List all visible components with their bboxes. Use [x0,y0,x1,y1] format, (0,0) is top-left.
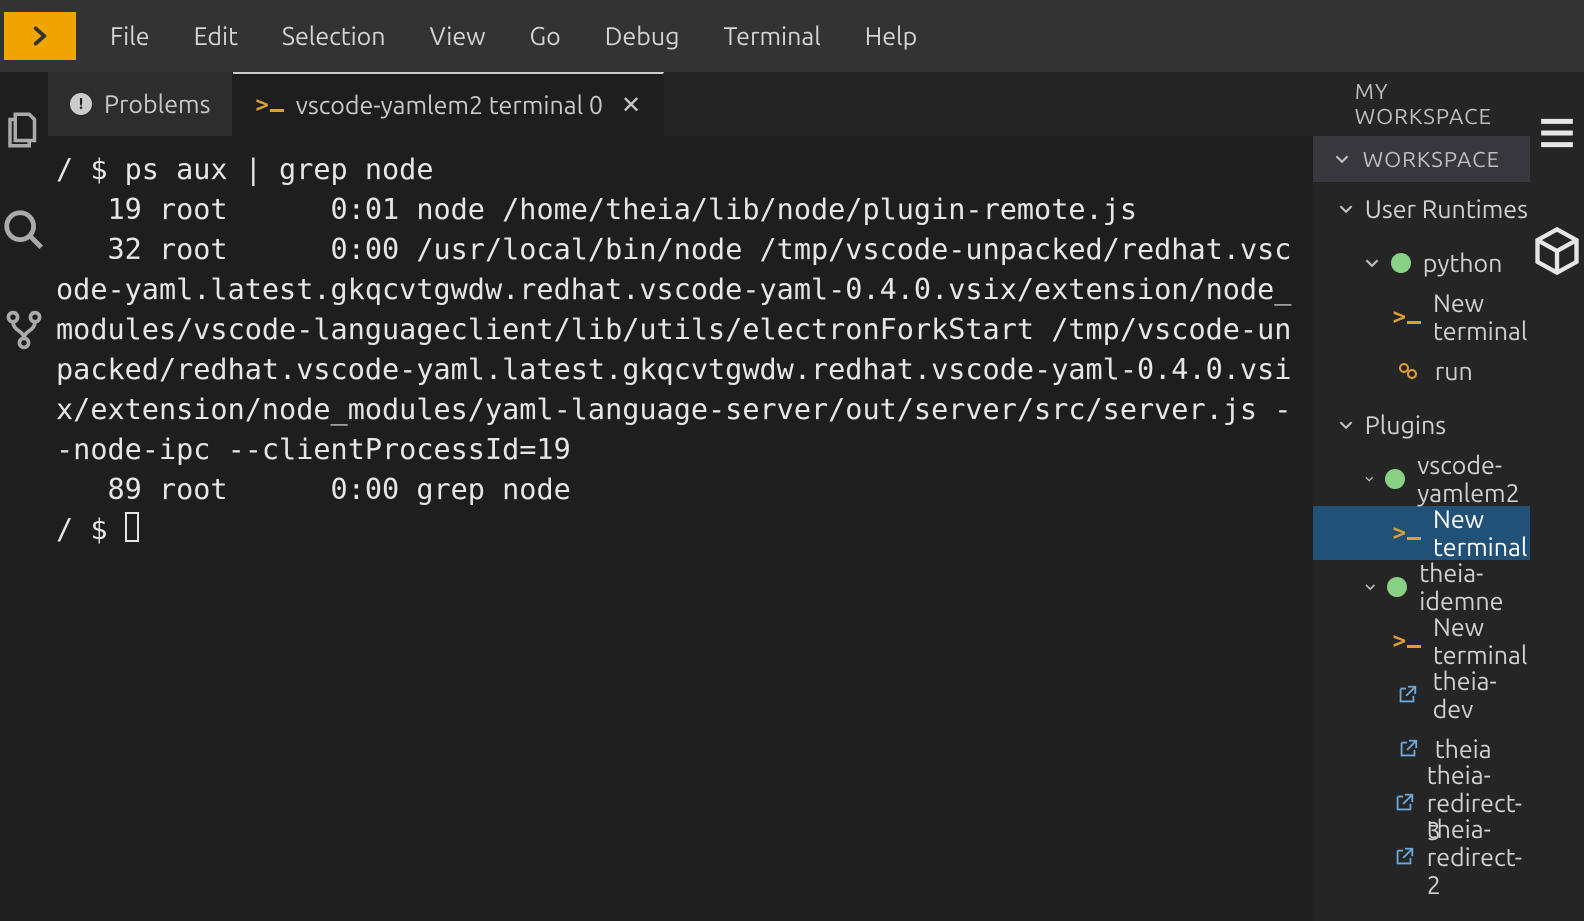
menubar: File Edit Selection View Go Debug Termin… [0,0,1584,72]
terminal-icon: > [1393,629,1421,654]
close-icon[interactable]: ✕ [621,91,641,119]
tree-label: New terminal [1433,505,1530,561]
terminal-icon: > [1393,305,1421,330]
tab-bar: ! Problems > vscode-yamlem2 terminal 0 ✕ [48,72,1313,136]
external-link-icon [1396,684,1418,706]
tree-label: New terminal [1433,613,1530,669]
activity-git[interactable] [0,306,48,354]
menu-help[interactable]: Help [843,0,939,72]
tree-label: theia-idemne [1419,559,1530,615]
gears-icon [1396,359,1420,383]
tree-label: python [1423,249,1503,277]
tree-label: theia [1435,735,1492,763]
external-link-icon [1393,792,1415,814]
tree-plugins[interactable]: Plugins [1313,398,1530,452]
chevron-down-icon [1339,418,1353,432]
tree-runtime-python[interactable]: python [1313,236,1530,290]
right-activity-bar [1530,72,1584,921]
tree-python-run[interactable]: run [1313,344,1530,398]
tree-theia-ide-new-terminal[interactable]: > New terminal [1313,614,1530,668]
tree-link-theia-redirect-2[interactable]: theia-redirect-2 [1313,830,1530,884]
chevron-down-icon [1335,152,1349,166]
workspace-tree: User Runtimes python > New terminal [1313,182,1530,921]
activity-search[interactable] [0,206,48,254]
section-label: WORKSPACE [1363,147,1500,172]
tab-terminal-active[interactable]: > vscode-yamlem2 terminal 0 ✕ [233,72,664,136]
menu-selection[interactable]: Selection [260,0,408,72]
warning-icon: ! [70,93,92,115]
chevron-down-icon [1365,472,1373,486]
tab-label: Problems [104,90,210,118]
tree-user-runtimes[interactable]: User Runtimes [1313,182,1530,236]
menu-terminal[interactable]: Terminal [701,0,842,72]
search-icon [1,207,47,253]
chevron-right-icon [27,23,53,49]
tree-label: run [1435,357,1473,385]
tree-label: User Runtimes [1365,195,1528,223]
right-activity-cube[interactable] [1530,228,1584,274]
panel-title: MY WORKSPACE [1313,72,1530,136]
terminal-view[interactable]: / $ ps aux | grep node 19 root 0:01 node… [48,136,1313,921]
menu-file[interactable]: File [88,0,172,72]
chevron-down-icon [1365,580,1375,594]
status-dot-icon [1391,253,1411,273]
menu-edit[interactable]: Edit [172,0,260,72]
status-dot-icon [1385,469,1405,489]
tree-plugin-vscode-yaml[interactable]: vscode-yamlem2 [1313,452,1530,506]
status-dot-icon [1387,577,1407,597]
tree-python-new-terminal[interactable]: > New terminal [1313,290,1530,344]
tree-label: Plugins [1365,411,1446,439]
tree-link-theia-dev[interactable]: theia-dev [1313,668,1530,722]
terminal-icon: > [255,93,283,118]
list-icon [1532,113,1582,153]
terminal-cursor [125,512,139,542]
brand-logo [4,12,76,60]
files-icon [3,109,45,151]
git-branch-icon [2,308,46,352]
menu-debug[interactable]: Debug [583,0,702,72]
terminal-output: / $ ps aux | grep node 19 root 0:01 node… [56,150,1305,550]
menu-view[interactable]: View [408,0,508,72]
external-link-icon [1393,846,1415,868]
tree-label: New terminal [1433,289,1530,345]
tab-label: vscode-yamlem2 terminal 0 [296,91,603,119]
tree-label: theia-redirect-2 [1427,815,1530,899]
workspace-panel: MY WORKSPACE WORKSPACE User Runtimes pyt… [1313,72,1530,921]
tree-vscode-yaml-new-terminal[interactable]: > New terminal [1313,506,1530,560]
cube-icon [1531,225,1583,277]
tree-label: vscode-yamlem2 [1417,451,1530,507]
chevron-down-icon [1339,202,1353,216]
tab-problems[interactable]: ! Problems [48,72,233,136]
right-activity-list[interactable] [1530,110,1584,156]
external-link-icon [1397,738,1419,760]
editor-area: ! Problems > vscode-yamlem2 terminal 0 ✕… [48,72,1313,921]
tree-label: theia-dev [1433,667,1530,723]
section-header-workspace[interactable]: WORKSPACE [1313,136,1530,182]
activity-explorer[interactable] [0,106,48,154]
chevron-down-icon [1365,256,1379,270]
activity-bar [0,72,48,921]
menu-go[interactable]: Go [508,0,583,72]
terminal-icon: > [1393,521,1421,546]
tree-plugin-theia-ide[interactable]: theia-idemne [1313,560,1530,614]
